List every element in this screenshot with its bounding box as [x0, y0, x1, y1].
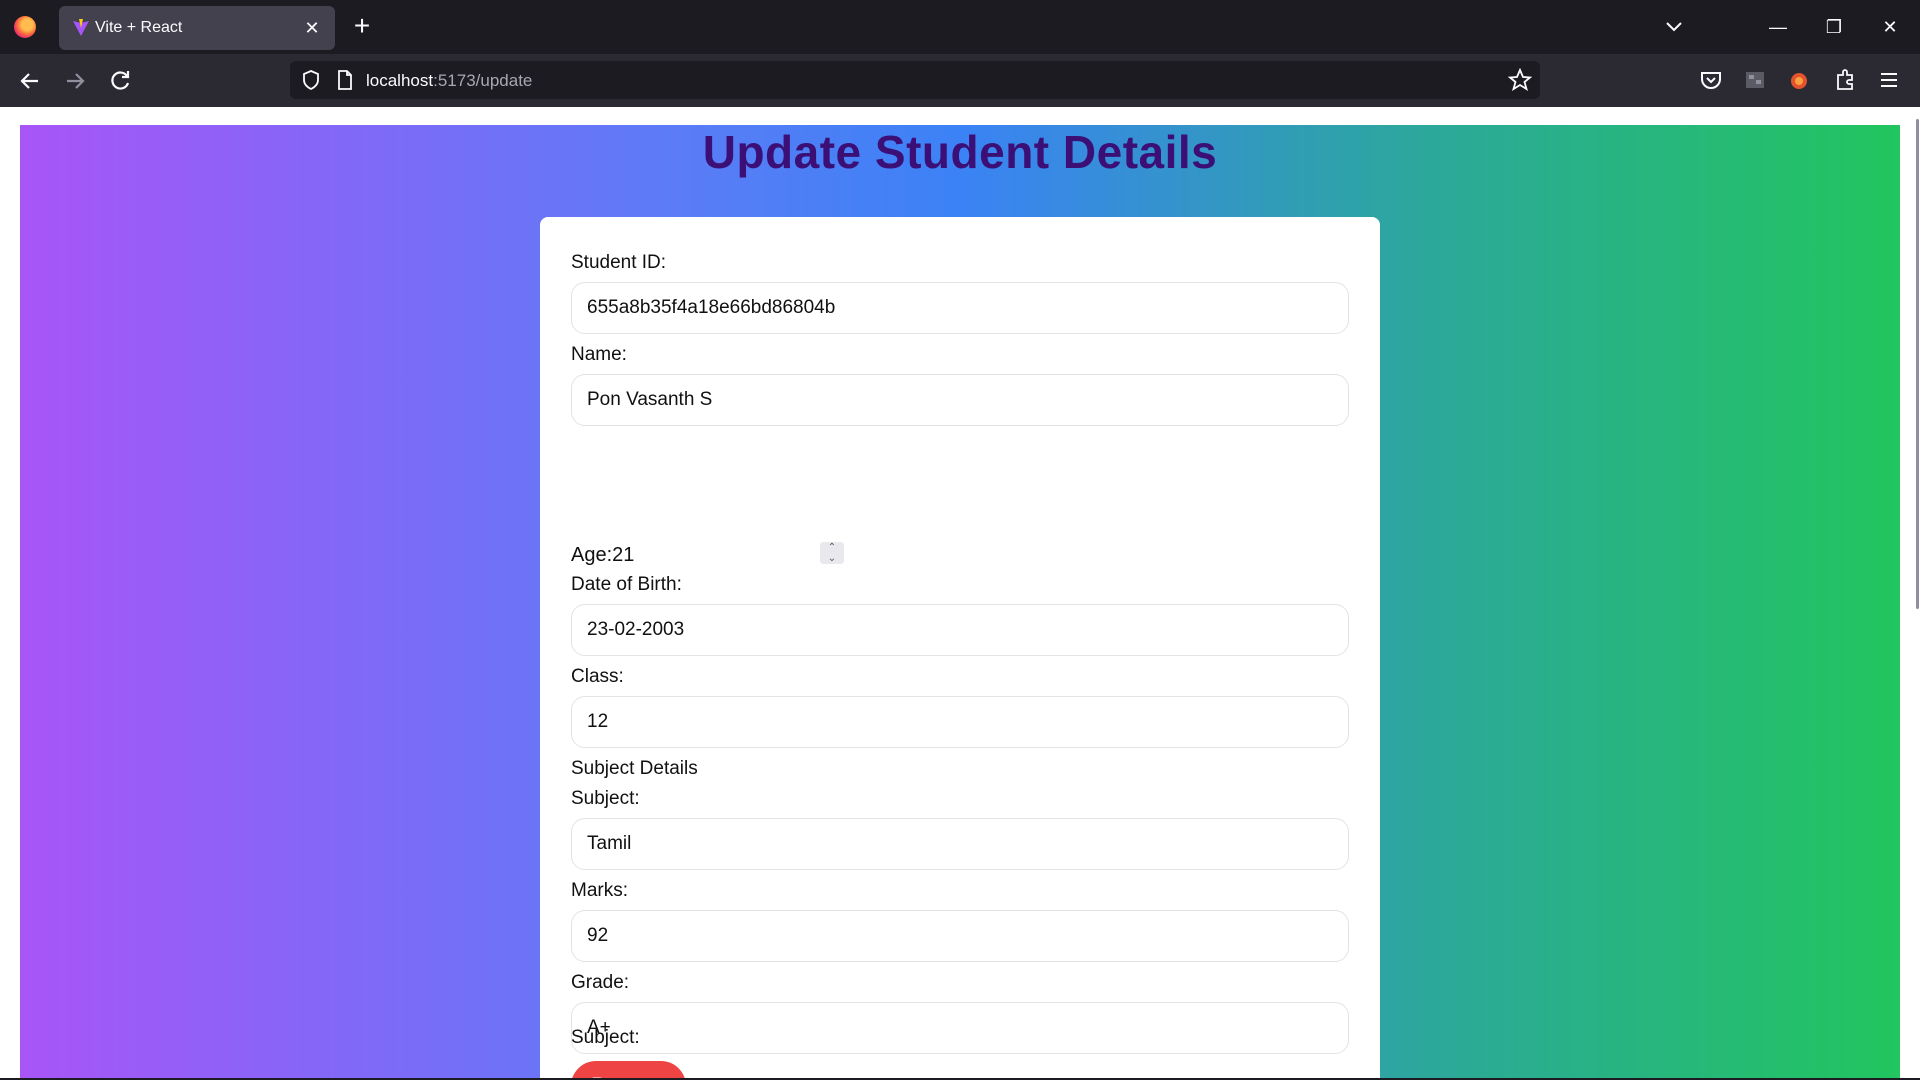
grade-field[interactable]: A+	[571, 1002, 1349, 1054]
student-id-label: Student ID:	[571, 252, 667, 273]
extension-icon[interactable]	[1740, 65, 1770, 95]
subject-label: Subject:	[571, 788, 640, 809]
menu-icon[interactable]	[1874, 65, 1904, 95]
tab-title: Vite + React	[95, 19, 183, 36]
back-arrow-icon[interactable]	[14, 65, 46, 97]
minimize-icon[interactable]: —	[1758, 12, 1798, 42]
dob-label: Date of Birth:	[571, 574, 682, 595]
marks-label: Marks:	[571, 880, 628, 901]
page-title: Update Student Details	[702, 126, 1218, 178]
extension-icon[interactable]	[1830, 65, 1860, 95]
scroll-thumb[interactable]	[1916, 119, 1919, 609]
pocket-icon[interactable]	[1696, 65, 1726, 95]
name-label: Name:	[571, 344, 627, 365]
extension-icon[interactable]	[1784, 65, 1814, 95]
vite-icon	[73, 19, 89, 36]
age-row: Age:21	[571, 544, 634, 567]
page-viewport: Update Student Details Student ID: 655a8…	[0, 107, 1920, 1080]
subject-field[interactable]: Tamil	[571, 818, 1349, 870]
nav-bar: localhost:5173/update	[0, 54, 1920, 107]
dob-field[interactable]: 23-02-2003	[571, 604, 1349, 656]
class-label: Class:	[571, 666, 624, 687]
grade-label: Grade:	[571, 972, 630, 993]
age-label: Age:	[571, 544, 613, 566]
age-stepper[interactable]: ⌃ ⌄	[820, 542, 844, 564]
chevron-down-icon[interactable]	[1660, 14, 1688, 40]
student-id-field[interactable]: 655a8b35f4a18e66bd86804b	[571, 282, 1349, 334]
name-field[interactable]: Pon Vasanth S	[571, 374, 1349, 426]
plus-icon[interactable]: +	[348, 11, 376, 43]
firefox-logo-icon[interactable]	[14, 16, 36, 38]
url-text[interactable]: localhost:5173/update	[366, 71, 532, 91]
marks-field[interactable]: 92	[571, 910, 1349, 962]
page-icon[interactable]	[334, 69, 356, 91]
tab-bar: Vite + React ✕ + — ❐ ✕	[0, 0, 1920, 54]
window-close-icon[interactable]: ✕	[1870, 12, 1910, 42]
page-scrollbar[interactable]	[1914, 119, 1920, 609]
url-bar[interactable]: localhost:5173/update	[290, 61, 1540, 99]
shield-icon[interactable]	[300, 69, 322, 91]
browser-tab[interactable]: Vite + React ✕	[59, 6, 335, 50]
age-input[interactable]: 21	[612, 544, 634, 566]
subject-details-heading: Subject Details	[571, 758, 698, 779]
forward-arrow-icon[interactable]	[59, 65, 91, 97]
close-icon[interactable]: ✕	[299, 15, 325, 41]
reload-icon[interactable]	[104, 65, 136, 97]
restore-icon[interactable]: ❐	[1814, 12, 1854, 42]
subject-label: Subject:	[571, 1027, 640, 1048]
class-field[interactable]: 12	[571, 696, 1349, 748]
bookmark-star-icon[interactable]	[1508, 68, 1532, 92]
update-form-card: Student ID: 655a8b35f4a18e66bd86804b Nam…	[540, 217, 1380, 1080]
